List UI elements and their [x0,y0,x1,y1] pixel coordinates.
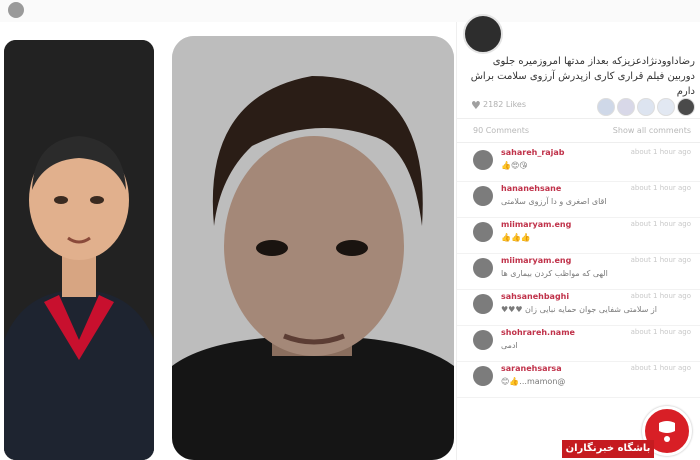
commenter-avatar[interactable] [473,258,493,278]
likes-row: ♥ 2182 Likes [457,94,700,119]
commenter-name[interactable]: hananehsane [501,184,561,193]
comment-item: sahareh_rajab about 1 hour ago 😘😍👍 [457,146,700,182]
comment-list: sahareh_rajab about 1 hour ago 😘😍👍 hanan… [457,146,700,398]
comment-item: shohrareh.name about 1 hour ago ادمی [457,326,700,362]
liker-avatar[interactable] [657,98,675,116]
liker-avatar[interactable] [677,98,695,116]
comment-item: hananehsane about 1 hour ago اقای اصغری … [457,182,700,218]
commenter-name[interactable]: miimaryam.eng [501,256,571,265]
post-sidebar: رضاداوودنژادعزیزکه بعداز مدتها امروزمیره… [456,14,700,460]
post-caption: رضاداوودنژادعزیزکه بعداز مدتها امروزمیره… [470,56,695,97]
post-image [0,22,456,460]
comment-text: الهی که مواظب کردن بیماری ها [501,269,608,278]
post-header: رضاداوودنژادعزیزکه بعداز مدتها امروزمیره… [457,14,700,97]
watermark-badge: باشگاه خبرنگاران [562,404,700,460]
commenter-avatar[interactable] [473,330,493,350]
commenter-name[interactable]: saranehsarsa [501,364,562,373]
comment-time: about 1 hour ago [630,148,691,156]
liker-avatar[interactable] [617,98,635,116]
likes-count: 2182 Likes [483,100,527,109]
commenter-name[interactable]: sahsanehbaghi [501,292,569,301]
comment-text: ادمی [501,341,518,350]
watermark-label: باشگاه خبرنگاران [562,440,654,458]
comment-text: 😘😍👍 [501,161,528,170]
commenter-avatar[interactable] [473,366,493,386]
comments-count: 90 Comments [473,126,530,135]
show-all-comments-link[interactable]: Show all comments [613,126,691,135]
commenter-avatar[interactable] [473,222,493,242]
commenter-avatar[interactable] [473,294,493,314]
heart-icon[interactable]: ♥ [471,99,481,112]
comment-text: @mamon...👍😊 [501,377,566,386]
liker-avatar[interactable] [637,98,655,116]
commenter-avatar[interactable] [473,150,493,170]
photo-after [172,36,454,460]
comment-time: about 1 hour ago [630,364,691,372]
comment-time: about 1 hour ago [630,292,691,300]
commenter-avatar[interactable] [473,186,493,206]
author-mini-avatar[interactable] [8,2,24,18]
comment-time: about 1 hour ago [630,328,691,336]
comment-item: miimaryam.eng about 1 hour ago 👍👍👍 [457,218,700,254]
photo-before [4,40,154,460]
comment-time: about 1 hour ago [630,256,691,264]
commenter-name[interactable]: sahareh_rajab [501,148,565,157]
liker-avatar[interactable] [597,98,615,116]
commenter-name[interactable]: shohrareh.name [501,328,575,337]
comments-header: 90 Comments Show all comments [457,120,700,143]
commenter-name[interactable]: miimaryam.eng [501,220,571,229]
comment-text: اقای اصغری و دا آرزوی سلامتی [501,197,607,206]
author-avatar[interactable] [463,14,503,54]
comment-time: about 1 hour ago [630,220,691,228]
comment-item: saranehsarsa about 1 hour ago @mamon...👍… [457,362,700,398]
comment-text: 👍👍👍 [501,233,531,242]
top-bar [0,0,700,23]
comment-item: miimaryam.eng about 1 hour ago الهی که م… [457,254,700,290]
comment-time: about 1 hour ago [630,184,691,192]
comment-item: sahsanehbaghi about 1 hour ago از سلامتی… [457,290,700,326]
comment-text: از سلامتی شفایی جوان حمایه نبایی زان ♥♥♥ [501,305,657,314]
